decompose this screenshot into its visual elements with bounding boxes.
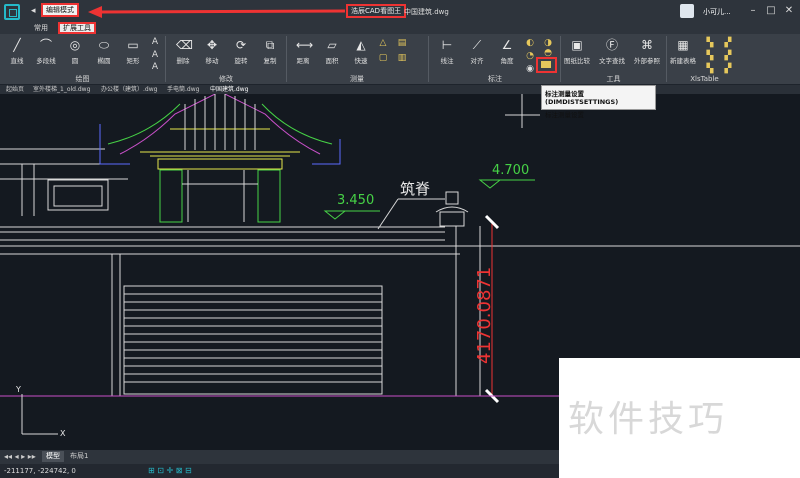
rectangle-icon: ▭	[127, 38, 139, 52]
dim-small-icon[interactable]: ◔	[524, 50, 536, 62]
table-small-icon[interactable]: ▚	[704, 37, 716, 49]
tab-extended-tools[interactable]: 扩展工具	[58, 22, 96, 34]
group-measure-label: 测量	[350, 75, 364, 83]
circle-tool-button[interactable]: ◎ 圆	[60, 36, 90, 76]
area-icon: ▱	[327, 38, 337, 52]
line-tool-button[interactable]: ╱ 直线	[2, 36, 32, 76]
status-snap-icons[interactable]: ⊞ ⊡ ✛ ⊠ ⊟	[148, 466, 192, 475]
ribbon-tabs	[0, 22, 800, 34]
elevation-label: 3.450	[337, 193, 374, 208]
table-small-icon[interactable]: ▞	[722, 50, 734, 62]
ellipse-icon: ⬭	[98, 38, 110, 52]
move-tool-button[interactable]: ✥ 移动	[197, 36, 227, 76]
dim-settings-icon	[541, 61, 551, 68]
circle-icon: ◎	[69, 38, 81, 52]
line-icon: ╱	[13, 38, 21, 52]
xref-icon: ⌘	[641, 38, 653, 52]
divider	[428, 36, 429, 82]
cursor-coordinates: -211177, -224742, 0	[4, 467, 76, 475]
doc-tab-active[interactable]: 中国建筑.dwg	[210, 86, 248, 94]
elevation-label: 4.700	[492, 163, 529, 178]
rotate-icon: ⟳	[235, 38, 247, 52]
layout-nav-icons[interactable]: ◂◂ ◂ ▸ ▸▸	[4, 452, 36, 461]
measure-small-icon[interactable]: ▢	[377, 52, 389, 64]
angle-icon: ∠	[501, 38, 513, 52]
ridge-note: 筑脊	[400, 180, 430, 198]
aligned-dim-icon: ⟋	[472, 38, 482, 52]
vertical-dimension: 4170.0871	[474, 267, 495, 364]
table-small-icon[interactable]: ▞	[722, 37, 734, 49]
eraser-icon: ⌫	[176, 38, 193, 52]
text-icon[interactable]: A	[149, 36, 161, 48]
ellipse-tool-button[interactable]: ⬭ 椭圆	[89, 36, 119, 76]
quick-measure-icon: ◭	[356, 38, 366, 52]
group-xls-label: XlsTable	[690, 75, 719, 83]
doc-tab[interactable]: 起始页	[6, 86, 24, 94]
tab-model[interactable]: 模型	[42, 451, 64, 462]
find-text-button[interactable]: Ⓕ 文字查找	[597, 36, 627, 76]
text-edit-icon[interactable]: A	[149, 61, 161, 73]
table-small-icon[interactable]: ▚	[704, 50, 716, 62]
measure-small-icon[interactable]: ▥	[396, 52, 408, 64]
polyline-tool-button[interactable]: ⌒ 多段线	[31, 36, 61, 76]
tooltip-title: 标注测量设置 (DIMDISTSETTINGS)	[545, 90, 619, 106]
group-draw-label: 绘图	[75, 75, 90, 83]
rectangle-tool-button[interactable]: ▭ 矩形	[118, 36, 148, 76]
distance-tool-button[interactable]: ⟷ 距离	[288, 36, 318, 76]
new-table-button[interactable]: ▦ 新建表格	[668, 36, 698, 76]
angle-dim-button[interactable]: ∠ 角度	[492, 36, 522, 76]
compare-icon: ▣	[571, 38, 583, 52]
ucs-x-label: X	[60, 429, 66, 438]
group-modify-label: 修改	[219, 75, 233, 83]
find-text-icon: Ⓕ	[605, 38, 618, 52]
dim-small-icon[interactable]: ◐	[524, 37, 536, 49]
copy-tool-button[interactable]: ⧉ 复制	[255, 36, 285, 76]
group-tools-label: 工具	[606, 75, 621, 83]
mtext-icon[interactable]: A	[149, 49, 161, 61]
aligned-dim-button[interactable]: ⟋ 对齐	[462, 36, 492, 76]
doc-tab[interactable]: 手电筒.dwg	[167, 86, 199, 94]
linear-dim-icon: ⊢	[441, 38, 453, 52]
linear-dim-button[interactable]: ⊢ 线注	[432, 36, 462, 76]
tooltip-desc: 标注测量设置	[545, 111, 584, 119]
rotate-tool-button[interactable]: ⟳ 旋转	[226, 36, 256, 76]
measure-small-icon[interactable]: ▤	[396, 37, 408, 49]
tab-layout1[interactable]: 布局1	[66, 451, 92, 462]
group-dim-label: 标注	[488, 75, 502, 83]
measure-small-icon[interactable]: △	[377, 37, 389, 49]
polyline-icon: ⌒	[39, 38, 52, 52]
ucs-y-label: Y	[15, 385, 21, 394]
area-tool-button[interactable]: ▱ 面积	[317, 36, 347, 76]
erase-tool-button[interactable]: ⌫ 删除	[168, 36, 198, 76]
xref-button[interactable]: ⌘ 外部参照	[632, 36, 662, 76]
quick-measure-button[interactable]: ◭ 快速	[346, 36, 376, 76]
doc-tab[interactable]: 室外楼梯_1_old.dwg	[33, 86, 90, 94]
move-icon: ✥	[206, 38, 218, 52]
watermark-text: 软件技巧	[568, 399, 729, 440]
table-icon: ▦	[677, 38, 689, 52]
tooltip: 标注测量设置 (DIMDISTSETTINGS) 标注测量设置	[541, 85, 656, 119]
doc-tab[interactable]: 办公楼（建筑）.dwg	[101, 86, 157, 94]
compare-drawing-button[interactable]: ▣ 图纸比较	[562, 36, 592, 76]
ruler-icon: ⟷	[296, 38, 314, 52]
copy-icon: ⧉	[265, 38, 275, 52]
tab-common[interactable]: 常用	[30, 22, 52, 34]
